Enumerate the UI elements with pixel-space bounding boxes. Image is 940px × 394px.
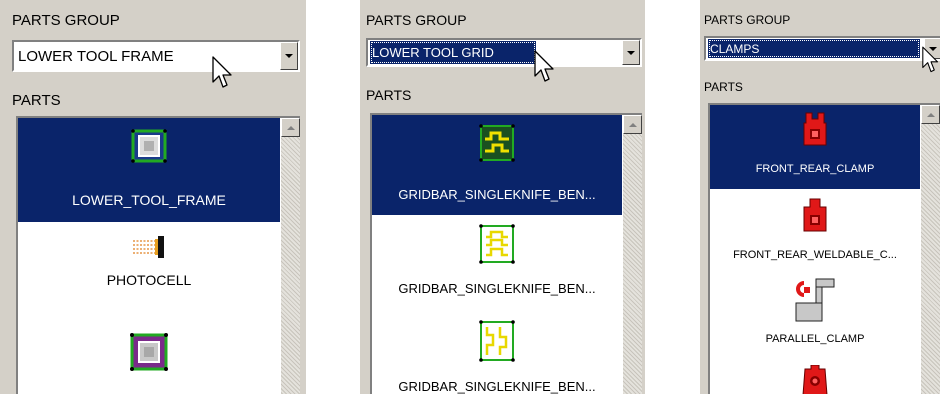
list-item[interactable]: PARALLEL_CLAMP [710,273,920,359]
scroll-up-button[interactable] [281,118,300,137]
arrow-up-icon [286,125,295,130]
list-item[interactable] [710,359,920,394]
list-item-label: GRIDBAR_SINGLEKNIFE_BEN... [398,281,596,296]
scroll-up-button[interactable] [921,105,940,124]
chevron-down-icon [285,54,293,58]
parts-list[interactable]: LOWER_TOOL_FRAME PHOTOCELL [16,116,300,394]
dropdown-button[interactable] [622,40,640,65]
list-item[interactable] [18,312,280,394]
arrow-up-icon [628,122,637,127]
photocell-icon [133,236,164,258]
chevron-down-icon [627,50,635,55]
parts-panel-2: PARTS GROUP LOWER TOOL GRID PARTS GRIDBA… [360,0,645,394]
list-item-label: FRONT_REAR_WELDABLE_C... [733,249,897,261]
tool-frame-icon [130,333,168,371]
vertical-scrollbar[interactable] [281,118,300,394]
list-item[interactable]: GRIDBAR_SINGLEKNIFE_BEN... [372,215,622,311]
parts-group-selected: LOWER TOOL FRAME [18,47,174,65]
list-item-label: GRIDBAR_SINGLEKNIFE_BEN... [398,379,596,394]
list-item-label: GRIDBAR_SINGLEKNIFE_BEN... [398,187,596,202]
mouse-cursor-icon [534,50,554,82]
front-rear-clamp-icon [803,112,827,146]
parts-group-label: PARTS GROUP [366,12,467,28]
mouse-cursor-icon [212,56,232,88]
list-item[interactable]: GRIDBAR_SINGLEKNIFE_BEN... [372,115,622,215]
parts-group-dropdown[interactable]: LOWER TOOL FRAME [12,40,300,72]
parts-group-dropdown[interactable]: LOWER TOOL GRID [366,38,642,67]
list-item[interactable]: PHOTOCELL [18,222,280,312]
weldable-clamp-icon [803,198,827,232]
scroll-up-button[interactable] [623,115,642,134]
vertical-scrollbar[interactable] [623,115,642,394]
parts-group-selected: LOWER TOOL GRID [370,41,536,64]
gridbar-icon [479,320,515,362]
parts-group-selected: CLAMPS [708,39,920,58]
list-item-label: PHOTOCELL [106,272,192,288]
parts-label: PARTS [704,80,743,94]
list-item-label: FRONT_REAR_CLAMP [755,163,875,175]
list-item[interactable]: FRONT_REAR_CLAMP [710,105,920,189]
parts-list[interactable]: FRONT_REAR_CLAMP FRONT_REAR_WELDABLE_C..… [708,103,940,394]
list-item[interactable]: GRIDBAR_SINGLEKNIFE_BEN... [372,311,622,394]
list-item[interactable]: FRONT_REAR_WELDABLE_C... [710,189,920,273]
parallel-clamp-icon [795,278,835,322]
vertical-scrollbar[interactable] [921,105,940,394]
parts-panel-1: PARTS GROUP LOWER TOOL FRAME PARTS LOWER… [0,0,306,394]
mouse-cursor-icon [922,46,939,73]
parts-group-label: PARTS GROUP [12,12,120,29]
parts-group-label: PARTS GROUP [704,13,791,27]
list-item-label: LOWER_TOOL_FRAME [72,192,226,208]
list-item[interactable]: LOWER_TOOL_FRAME [18,118,280,222]
parts-label: PARTS [366,87,412,103]
parts-group-dropdown[interactable]: CLAMPS [704,36,940,61]
parts-label: PARTS [12,92,61,109]
dropdown-button[interactable] [280,42,298,70]
gridbar-icon [479,224,515,264]
clamp-icon [802,365,828,394]
parts-panel-3: PARTS GROUP CLAMPS PARTS FRONT_REAR_CLAM… [700,0,940,394]
parts-list[interactable]: GRIDBAR_SINGLEKNIFE_BEN... GRIDBAR_SINGL… [370,113,642,394]
list-item-label: PARALLEL_CLAMP [765,333,865,345]
gridbar-icon [479,124,515,162]
arrow-up-icon [926,112,935,117]
lower-tool-frame-icon [131,129,167,163]
